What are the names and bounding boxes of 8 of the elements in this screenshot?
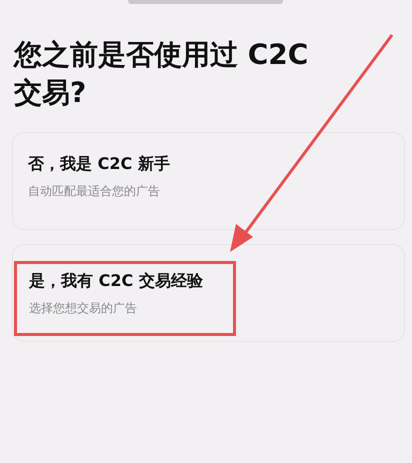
option-card[interactable]: 否，我是 C2C 新手 自动匹配最适合您的广告	[12, 132, 405, 230]
option-subtitle: 选择您想交易的广告	[29, 300, 138, 317]
page-title: 您之前是否使用过 C2C 交易?	[14, 37, 310, 111]
drag-handle[interactable]	[128, 0, 283, 4]
option-card[interactable]: 是，我有 C2C 交易经验 选择您想交易的广告	[12, 244, 405, 342]
option-title: 是，我有 C2C 交易经验	[29, 270, 204, 292]
option-subtitle: 自动匹配最适合您的广告	[28, 183, 161, 200]
option-title: 否，我是 C2C 新手	[28, 153, 171, 175]
